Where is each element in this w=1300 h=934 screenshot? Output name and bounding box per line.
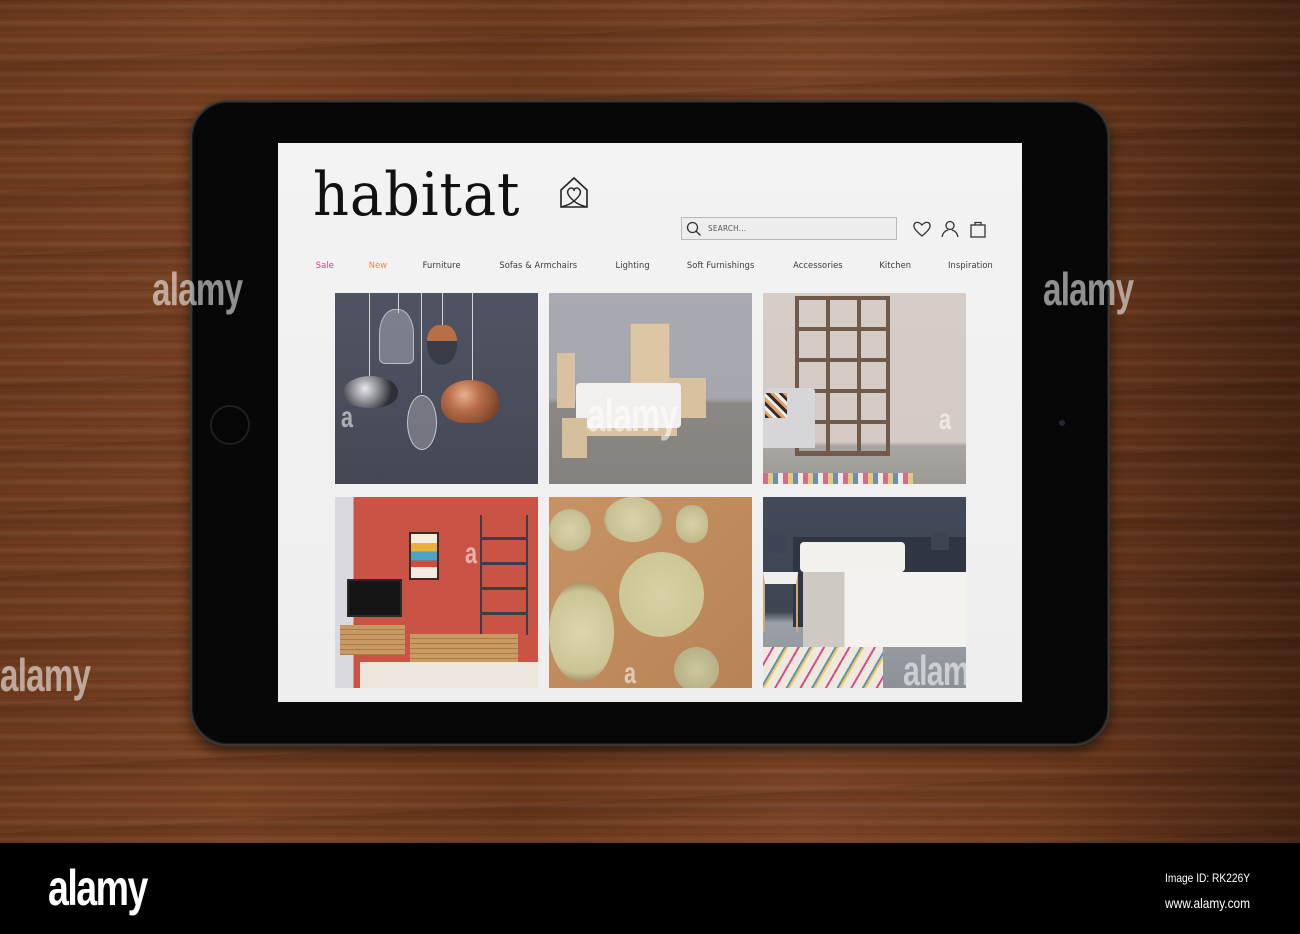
bowl — [604, 497, 662, 542]
shopping-bag-icon[interactable] — [968, 219, 988, 239]
lamp — [768, 535, 786, 553]
large-plate — [619, 552, 704, 637]
stock-photo-footer: alamy Image ID: RK226Y www.alamy.com — [0, 843, 1300, 934]
wall-art — [409, 532, 439, 580]
tile-bed-white-linen[interactable]: alamy — [763, 497, 966, 688]
heart-icon[interactable] — [912, 219, 932, 239]
front-camera — [1059, 420, 1065, 426]
main-navigation: Sale New Furniture Sofas & Armchairs Lig… — [315, 261, 995, 271]
nav-item-sofas-armchairs[interactable]: Sofas & Armchairs — [499, 261, 577, 271]
tile-pendant-lights[interactable]: a — [335, 293, 538, 484]
glass-dome-lamp — [379, 309, 414, 364]
search-input[interactable] — [708, 224, 888, 233]
tile-living-room-red-wall[interactable]: a — [335, 497, 538, 688]
footer-url: www.alamy.com — [1164, 895, 1250, 911]
nav-item-new[interactable]: New — [369, 261, 387, 271]
product-tile-grid: a alamy a a a ala — [335, 293, 966, 688]
footer-image-id: Image ID: RK226Y — [1164, 871, 1250, 885]
nav-item-soft-furnishings[interactable]: Soft Furnishings — [687, 261, 754, 271]
nav-item-furniture[interactable]: Furniture — [423, 261, 461, 271]
rug — [763, 473, 913, 484]
bedside-table — [562, 418, 587, 458]
watermark-letter: a — [624, 657, 636, 688]
bedside-table — [763, 572, 798, 632]
lamp — [931, 532, 949, 550]
nav-item-lighting[interactable]: Lighting — [615, 261, 649, 271]
user-icon[interactable] — [940, 219, 960, 239]
nav-item-sale[interactable]: Sale — [316, 261, 334, 271]
watermark-letter: a — [939, 403, 951, 436]
watermark-letter: a — [341, 401, 353, 434]
tile-bedroom-furniture[interactable]: alamy — [549, 293, 752, 484]
tv-unit — [340, 625, 405, 655]
nav-item-inspiration[interactable]: Inspiration — [948, 261, 993, 271]
pillows — [800, 542, 905, 572]
footer-brand-logo: alamy — [48, 860, 148, 916]
home-button[interactable] — [210, 405, 250, 445]
television — [347, 579, 402, 617]
jug — [676, 505, 708, 543]
watermark-text: alamy — [903, 647, 966, 688]
search-icon[interactable] — [686, 221, 702, 237]
patterned-cushion — [765, 393, 787, 418]
copper-lamp — [441, 380, 499, 423]
smoked-glass-lamp — [427, 325, 457, 365]
nav-item-accessories[interactable]: Accessories — [793, 261, 843, 271]
site-logo[interactable]: habitat — [313, 165, 520, 225]
colourful-rug — [763, 647, 883, 688]
small-bowl — [674, 647, 719, 688]
bed — [576, 383, 681, 428]
duvet — [803, 572, 966, 647]
rug — [360, 662, 538, 688]
house-heart-icon — [560, 176, 588, 208]
clear-glass-lamp — [407, 395, 437, 450]
browser-screen: habitat Sale New Furni — [278, 143, 1022, 702]
bowl — [549, 509, 591, 551]
tile-ceramic-plates[interactable]: a — [549, 497, 752, 688]
header-icons — [912, 219, 988, 239]
ladder-shelf — [480, 515, 528, 635]
tile-shelving-sofa[interactable]: a — [763, 293, 966, 484]
watermark-letter: a — [465, 537, 477, 570]
nav-item-kitchen[interactable]: Kitchen — [880, 261, 912, 271]
tablet-device: habitat Sale New Furni — [190, 100, 1110, 746]
chrome-lamp — [343, 376, 398, 408]
stacked-plates — [549, 582, 614, 682]
tall-chest — [557, 353, 575, 408]
search-box[interactable] — [681, 217, 897, 240]
